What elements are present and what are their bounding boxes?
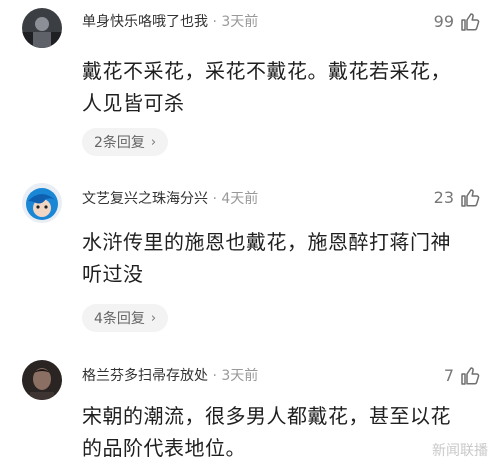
- comment-time: 3天前: [221, 368, 259, 384]
- avatar-portrait-icon: [22, 360, 62, 400]
- content-line: 水浒传里的施恩也戴花，施恩醉打蒋门神: [82, 230, 451, 254]
- comment-username[interactable]: 文艺复兴之珠海分兴 · 4天前: [82, 190, 258, 208]
- like-button[interactable]: 7: [444, 366, 480, 386]
- content-line: 人见皆可杀: [82, 91, 185, 115]
- content-line: 戴花不采花，采花不戴花。戴花若采花，: [82, 59, 451, 83]
- like-count: 99: [433, 12, 454, 31]
- user-avatar[interactable]: [22, 183, 62, 223]
- user-avatar[interactable]: [22, 360, 62, 400]
- view-replies-button[interactable]: 2条回复 ›: [82, 128, 169, 156]
- chevron-right-icon: ›: [150, 134, 157, 150]
- comment-time: 4天前: [221, 191, 259, 207]
- comment-content: 戴花不采花，采花不戴花。戴花若采花， 人见皆可杀: [82, 55, 482, 119]
- username-text[interactable]: 单身快乐咯哦了也我: [82, 14, 208, 30]
- view-replies-button[interactable]: 4条回复 ›: [82, 304, 169, 332]
- meta-separator: ·: [212, 191, 217, 207]
- thumbs-up-icon: [460, 188, 480, 208]
- like-button[interactable]: 99: [434, 12, 480, 32]
- thumbs-up-icon: [460, 366, 480, 386]
- replies-label: 2条回复: [94, 135, 145, 151]
- thumbs-up-icon: [460, 12, 480, 32]
- like-count: 23: [433, 188, 454, 207]
- like-button[interactable]: 23: [434, 188, 480, 208]
- avatar-photo-icon: [22, 8, 62, 48]
- meta-separator: ·: [212, 14, 217, 30]
- comment-content: 水浒传里的施恩也戴花，施恩醉打蒋门神 听过没: [82, 226, 482, 290]
- meta-separator: ·: [212, 368, 217, 384]
- comment-username[interactable]: 单身快乐咯哦了也我 · 3天前: [82, 13, 258, 31]
- comment-content: 宋朝的潮流，很多男人都戴花，甚至以花 的品阶代表地位。: [82, 400, 482, 464]
- chevron-right-icon: ›: [150, 310, 157, 326]
- replies-label: 4条回复: [94, 311, 145, 327]
- username-text[interactable]: 格兰芬多扫帚存放处: [82, 368, 208, 384]
- avatar-cartoon-icon: [22, 183, 62, 223]
- like-count: 7: [443, 366, 454, 385]
- username-text[interactable]: 文艺复兴之珠海分兴: [82, 191, 208, 207]
- content-line: 的品阶代表地位。: [82, 436, 246, 460]
- watermark: 新闻联播: [432, 443, 488, 459]
- comment-username[interactable]: 格兰芬多扫帚存放处 · 3天前: [82, 367, 258, 385]
- user-avatar[interactable]: [22, 8, 62, 48]
- content-line: 宋朝的潮流，很多男人都戴花，甚至以花: [82, 404, 451, 428]
- content-line: 听过没: [82, 262, 144, 286]
- comment-time: 3天前: [221, 14, 259, 30]
